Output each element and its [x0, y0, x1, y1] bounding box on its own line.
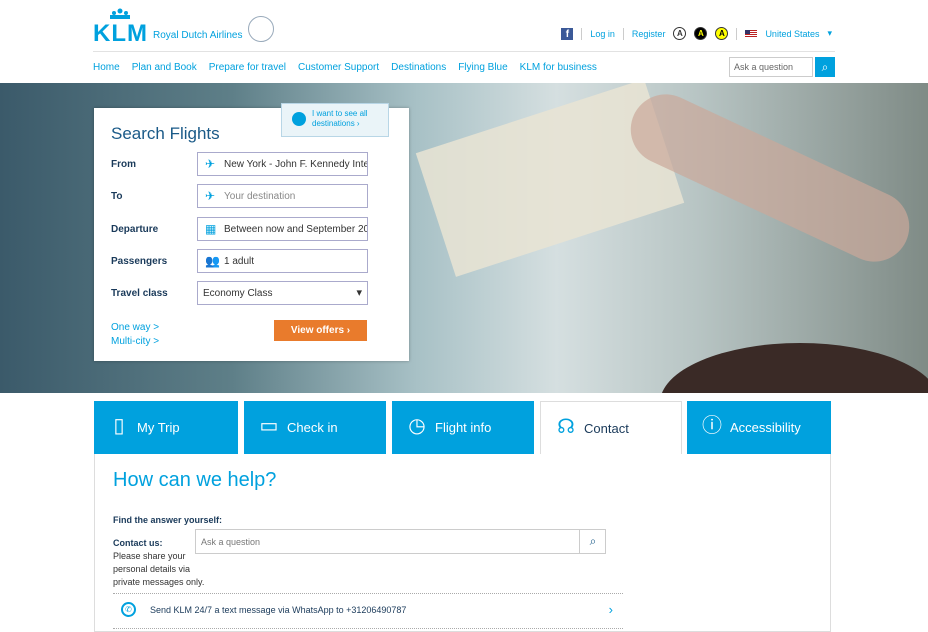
search-icon[interactable]: ⌕: [579, 529, 606, 554]
departure-field[interactable]: ▦ Between now and September 20: [197, 217, 368, 241]
nav-prepare[interactable]: Prepare for travel: [209, 62, 286, 73]
search-icon[interactable]: ⌕: [815, 57, 835, 77]
panel-title: Search Flights: [111, 124, 220, 143]
divider: [622, 27, 624, 40]
login-link[interactable]: Log in: [590, 29, 615, 39]
divider: [736, 27, 738, 40]
phone-icon: ▯: [113, 415, 125, 437]
hero-hair: [660, 343, 928, 393]
facebook-icon[interactable]: f: [561, 27, 574, 40]
help-title: How can we help?: [113, 469, 277, 491]
contrast-normal-icon[interactable]: A: [673, 27, 687, 40]
chevron-right-icon: ›: [608, 602, 613, 617]
passengers-label: Passengers: [111, 256, 168, 267]
departure-value: Between now and September 20: [224, 224, 368, 235]
nav-support[interactable]: Customer Support: [298, 62, 379, 73]
us-flag-icon: [745, 29, 758, 38]
search-input[interactable]: Ask a question: [729, 57, 813, 77]
header: KLM Royal Dutch Airlines f Log in Regist…: [0, 0, 928, 83]
help-section: How can we help? Find the answer yoursel…: [94, 454, 831, 632]
nav-destinations[interactable]: Destinations: [391, 62, 446, 73]
privacy-note: Please share your personal details via p…: [113, 551, 205, 587]
to-label: To: [111, 191, 123, 202]
from-field[interactable]: ✈ New York - John F. Kennedy Inte: [197, 152, 368, 176]
class-label: Travel class: [111, 288, 168, 299]
departure-label: Departure: [111, 224, 159, 235]
main-nav: Home Plan and Book Prepare for travel Cu…: [93, 62, 597, 73]
nav-business[interactable]: KLM for business: [520, 62, 597, 73]
one-way-link[interactable]: One way >: [111, 321, 159, 335]
find-answer-label: Find the answer yourself:: [113, 515, 223, 525]
class-select[interactable]: Economy Class: [197, 281, 368, 305]
to-placeholder: Your destination: [224, 191, 296, 202]
divider: [581, 27, 583, 40]
trip-type-links: One way > Multi-city >: [111, 321, 159, 349]
info-icon: ⓘ: [702, 415, 722, 437]
divider: [113, 593, 623, 594]
help-search-input[interactable]: Ask a question: [195, 529, 606, 554]
tab-my-trip[interactable]: ▯ My Trip: [94, 401, 238, 454]
people-icon: 👥: [205, 254, 220, 268]
tab-accessibility[interactable]: ⓘ Accessibility: [687, 401, 831, 454]
klm-logo[interactable]: KLM Royal Dutch Airlines: [93, 8, 283, 48]
crown-icon: [110, 8, 130, 19]
tab-check-in[interactable]: ▭ Check in: [244, 401, 386, 454]
divider: [93, 51, 835, 52]
contrast-dark-icon[interactable]: A: [694, 27, 708, 40]
country-select[interactable]: United States: [765, 29, 819, 39]
passengers-field[interactable]: 👥 1 adult: [197, 249, 368, 273]
tab-label: My Trip: [137, 420, 180, 435]
headset-icon: ☊: [557, 416, 575, 438]
tab-label: Contact: [584, 421, 629, 436]
all-destinations-label: I want to see all destinations ›: [312, 109, 368, 128]
tab-contact[interactable]: ☊ Contact: [540, 401, 682, 454]
contact-us-label: Contact us:: [113, 538, 163, 548]
brand-sub: Royal Dutch Airlines: [153, 30, 243, 41]
tab-flight-info[interactable]: ◷ Flight info: [392, 401, 534, 454]
nav-home[interactable]: Home: [93, 62, 120, 73]
chevron-down-icon: ▾: [827, 28, 832, 38]
laptop-icon: ▭: [259, 415, 279, 437]
to-field[interactable]: ✈ Your destination: [197, 184, 368, 208]
nav-flying-blue[interactable]: Flying Blue: [458, 62, 507, 73]
divider: [113, 628, 623, 629]
tab-label: Flight info: [435, 420, 492, 435]
tab-label: Accessibility: [730, 420, 801, 435]
calendar-icon: ▦: [205, 222, 217, 236]
whatsapp-label: Send KLM 24/7 a text message via WhatsAp…: [150, 605, 407, 615]
globe-icon: [292, 112, 306, 126]
clock-icon: ◷: [408, 415, 426, 437]
from-label: From: [111, 159, 136, 170]
brand-name: KLM: [93, 20, 148, 47]
from-value: New York - John F. Kennedy Inte: [224, 159, 368, 170]
all-destinations-button[interactable]: I want to see all destinations ›: [281, 103, 389, 137]
register-link[interactable]: Register: [632, 29, 666, 39]
whatsapp-icon: ✆: [121, 602, 136, 617]
passengers-value: 1 adult: [224, 256, 255, 267]
search-flights-panel: Search Flights From ✈ New York - John F. …: [94, 108, 409, 361]
service-tabs: ▯ My Trip ▭ Check in ◷ Flight info ☊ Contact…: [94, 401, 831, 454]
whatsapp-row[interactable]: ✆ Send KLM 24/7 a text message via Whats…: [113, 600, 623, 622]
tab-label: Check in: [287, 420, 338, 435]
plane-arrive-icon: ✈: [205, 189, 216, 203]
skyteam-icon: [248, 16, 274, 42]
contrast-yellow-icon[interactable]: A: [715, 27, 729, 40]
nav-plan-book[interactable]: Plan and Book: [132, 62, 197, 73]
view-offers-button[interactable]: View offers ›: [274, 320, 367, 341]
multi-city-link[interactable]: Multi-city >: [111, 335, 159, 349]
plane-depart-icon: ✈: [205, 157, 216, 171]
